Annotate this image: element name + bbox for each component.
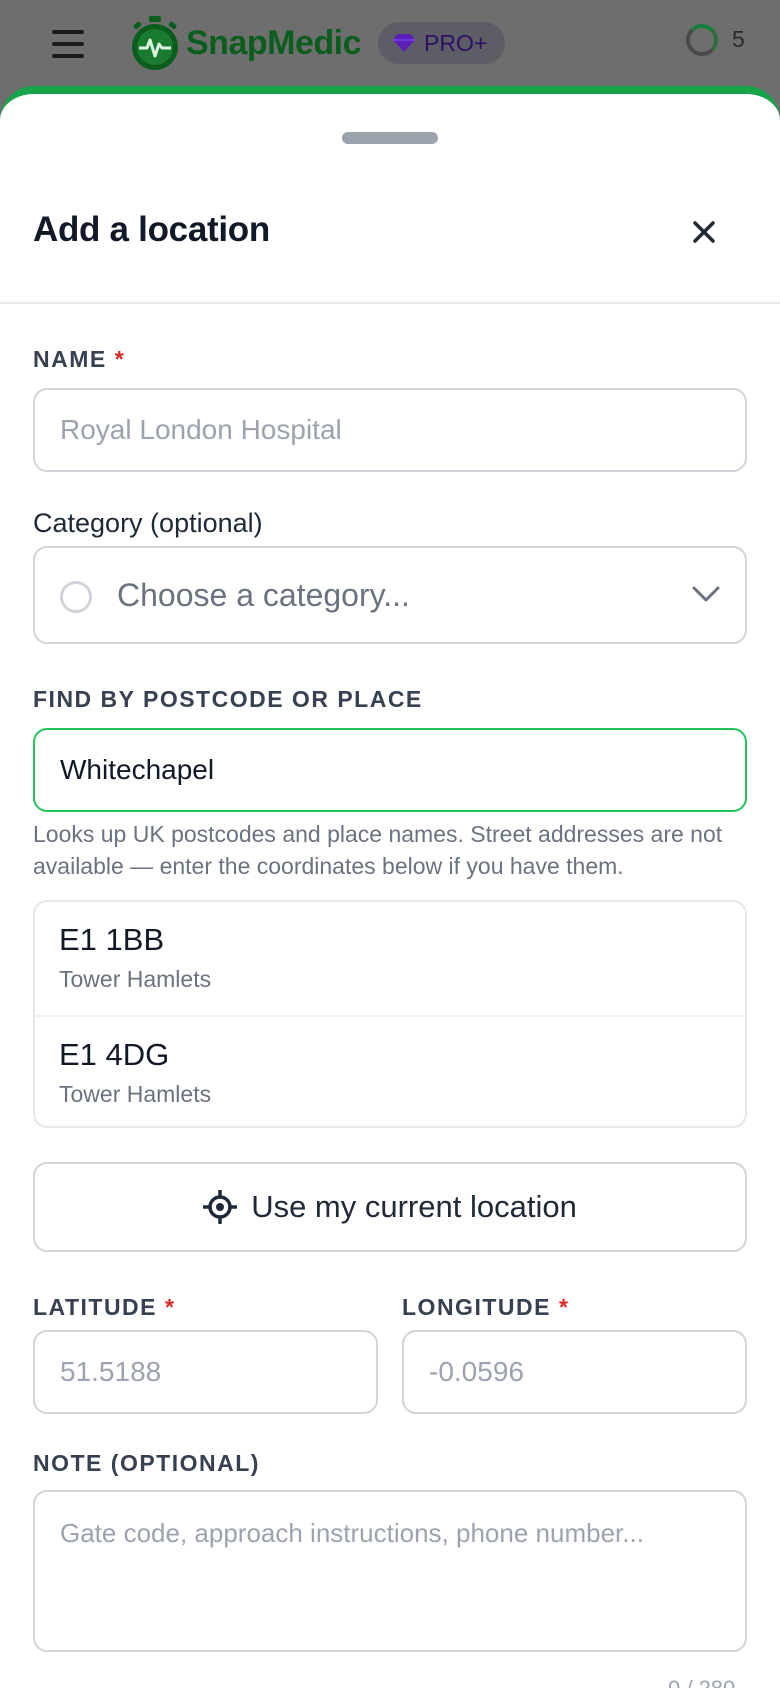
category-label: Category (optional) — [33, 508, 263, 538]
search-label: FIND BY POSTCODE OR PLACE — [33, 686, 423, 712]
longitude-input[interactable]: -0.0596 — [402, 1330, 747, 1414]
search-result-item[interactable]: E1 1BB Tower Hamlets — [35, 902, 745, 1015]
required-mark: * — [114, 346, 126, 372]
name-label-text: NAME — [33, 346, 107, 372]
note-char-counter: 0 / 280 — [668, 1676, 735, 1688]
longitude-label-text: LONGITUDE — [402, 1294, 551, 1320]
latitude-label: LATITUDE * — [33, 1294, 175, 1321]
latitude-placeholder: 51.5188 — [60, 1356, 162, 1387]
search-input[interactable]: Whitechapel — [33, 728, 747, 812]
pro-plus-label: PRO+ — [424, 29, 488, 56]
crosshair-icon — [203, 1190, 238, 1224]
search-result-item[interactable]: E1 4DG Tower Hamlets — [35, 1015, 745, 1126]
note-placeholder: Gate code, approach instructions, phone … — [60, 1518, 644, 1548]
latitude-label-text: LATITUDE — [33, 1294, 158, 1320]
longitude-placeholder: -0.0596 — [429, 1356, 524, 1387]
menu-icon[interactable] — [52, 30, 84, 58]
latitude-input[interactable]: 51.5188 — [33, 1330, 378, 1414]
pro-plus-badge[interactable]: PRO+ — [378, 22, 506, 64]
result-area: Tower Hamlets — [59, 1081, 212, 1107]
diamond-icon — [393, 34, 415, 52]
search-help-text: Looks up UK postcodes and place names. S… — [33, 821, 723, 879]
header-divider — [0, 302, 780, 304]
name-label: NAME * — [33, 346, 125, 373]
chevron-down-icon — [692, 586, 720, 602]
use-current-location-label: Use my current location — [251, 1189, 577, 1224]
search-value: Whitechapel — [60, 754, 215, 785]
result-postcode: E1 1BB — [59, 922, 165, 957]
required-mark: * — [165, 1294, 176, 1320]
category-circle-icon — [60, 581, 92, 613]
longitude-label: LONGITUDE * — [402, 1294, 569, 1321]
use-current-location-button[interactable]: Use my current location — [33, 1162, 747, 1252]
status-count: 5 — [732, 26, 745, 52]
brand-name: SnapMedic — [186, 23, 361, 62]
name-input[interactable]: Royal London Hospital — [33, 388, 747, 472]
note-textarea[interactable]: Gate code, approach instructions, phone … — [33, 1490, 747, 1652]
required-mark: * — [558, 1294, 570, 1320]
name-placeholder: Royal London Hospital — [60, 414, 342, 445]
category-placeholder: Choose a category... — [117, 576, 410, 613]
add-location-sheet: Add a location NAME * Royal London Hospit… — [0, 86, 780, 1688]
sync-progress-icon — [686, 24, 718, 56]
result-postcode: E1 4DG — [59, 1037, 170, 1072]
note-label: NOTE (OPTIONAL) — [33, 1450, 260, 1476]
close-button[interactable] — [680, 208, 728, 256]
sheet-title: Add a location — [33, 210, 270, 249]
result-area: Tower Hamlets — [59, 966, 212, 992]
brand: SnapMedic — [128, 14, 361, 72]
stopwatch-heartbeat-logo-icon — [132, 16, 178, 70]
close-icon — [693, 221, 715, 243]
sheet-drag-handle[interactable] — [342, 132, 438, 144]
category-select[interactable]: Choose a category... — [33, 546, 747, 644]
search-results: E1 1BB Tower Hamlets E1 4DG Tower Hamlet… — [33, 900, 747, 1128]
